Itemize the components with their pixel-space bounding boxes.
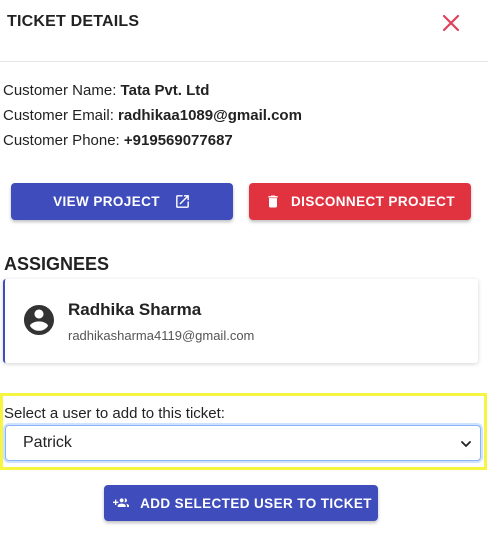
disconnect-project-label: DISCONNECT PROJECT xyxy=(291,194,455,209)
customer-name-value: Tata Pvt. Ltd xyxy=(120,82,210,99)
user-select-value: Patrick xyxy=(23,434,72,451)
assignee-email: radhikasharma4119@gmail.com xyxy=(68,328,255,343)
customer-phone-value: +919569077687 xyxy=(123,132,233,149)
chevron-down-icon xyxy=(461,441,471,447)
disconnect-project-button[interactable]: DISCONNECT PROJECT xyxy=(249,183,471,220)
close-icon xyxy=(442,14,460,32)
customer-phone-label: Customer Phone: xyxy=(3,132,124,149)
add-user-to-ticket-button[interactable]: ADD SELECTED USER TO TICKET xyxy=(104,485,378,521)
external-link-icon xyxy=(174,193,191,210)
page-title: TICKET DETAILS xyxy=(7,13,140,30)
assignees-title: ASSIGNEES xyxy=(4,254,110,274)
user-select[interactable]: Patrick xyxy=(5,425,481,461)
customer-email-value: radhikaa1089@gmail.com xyxy=(118,107,302,124)
customer-name-row: Customer Name: Tata Pvt. Ltd xyxy=(3,78,302,103)
customer-info: Customer Name: Tata Pvt. Ltd Customer Em… xyxy=(3,78,302,153)
view-project-label: VIEW PROJECT xyxy=(53,194,160,209)
view-project-button[interactable]: VIEW PROJECT xyxy=(11,183,233,220)
customer-email-label: Customer Email: xyxy=(3,107,119,124)
ticket-header: TICKET DETAILS xyxy=(0,0,488,62)
customer-email-row: Customer Email: radhikaa1089@gmail.com xyxy=(3,103,302,128)
close-button[interactable] xyxy=(440,12,462,34)
select-user-label: Select a user to add to this ticket: xyxy=(4,405,225,422)
account-circle-icon xyxy=(21,302,57,338)
add-user-panel: Select a user to add to this ticket: Pat… xyxy=(0,393,487,470)
customer-name-label: Customer Name: xyxy=(3,82,121,99)
customer-phone-row: Customer Phone: +919569077687 xyxy=(3,128,302,153)
assignee-card: Radhika Sharma radhikasharma4119@gmail.c… xyxy=(3,279,478,363)
trash-icon xyxy=(265,193,281,210)
add-user-to-ticket-label: ADD SELECTED USER TO TICKET xyxy=(140,495,372,511)
assignee-name: Radhika Sharma xyxy=(68,300,202,319)
group-add-icon xyxy=(110,495,132,511)
